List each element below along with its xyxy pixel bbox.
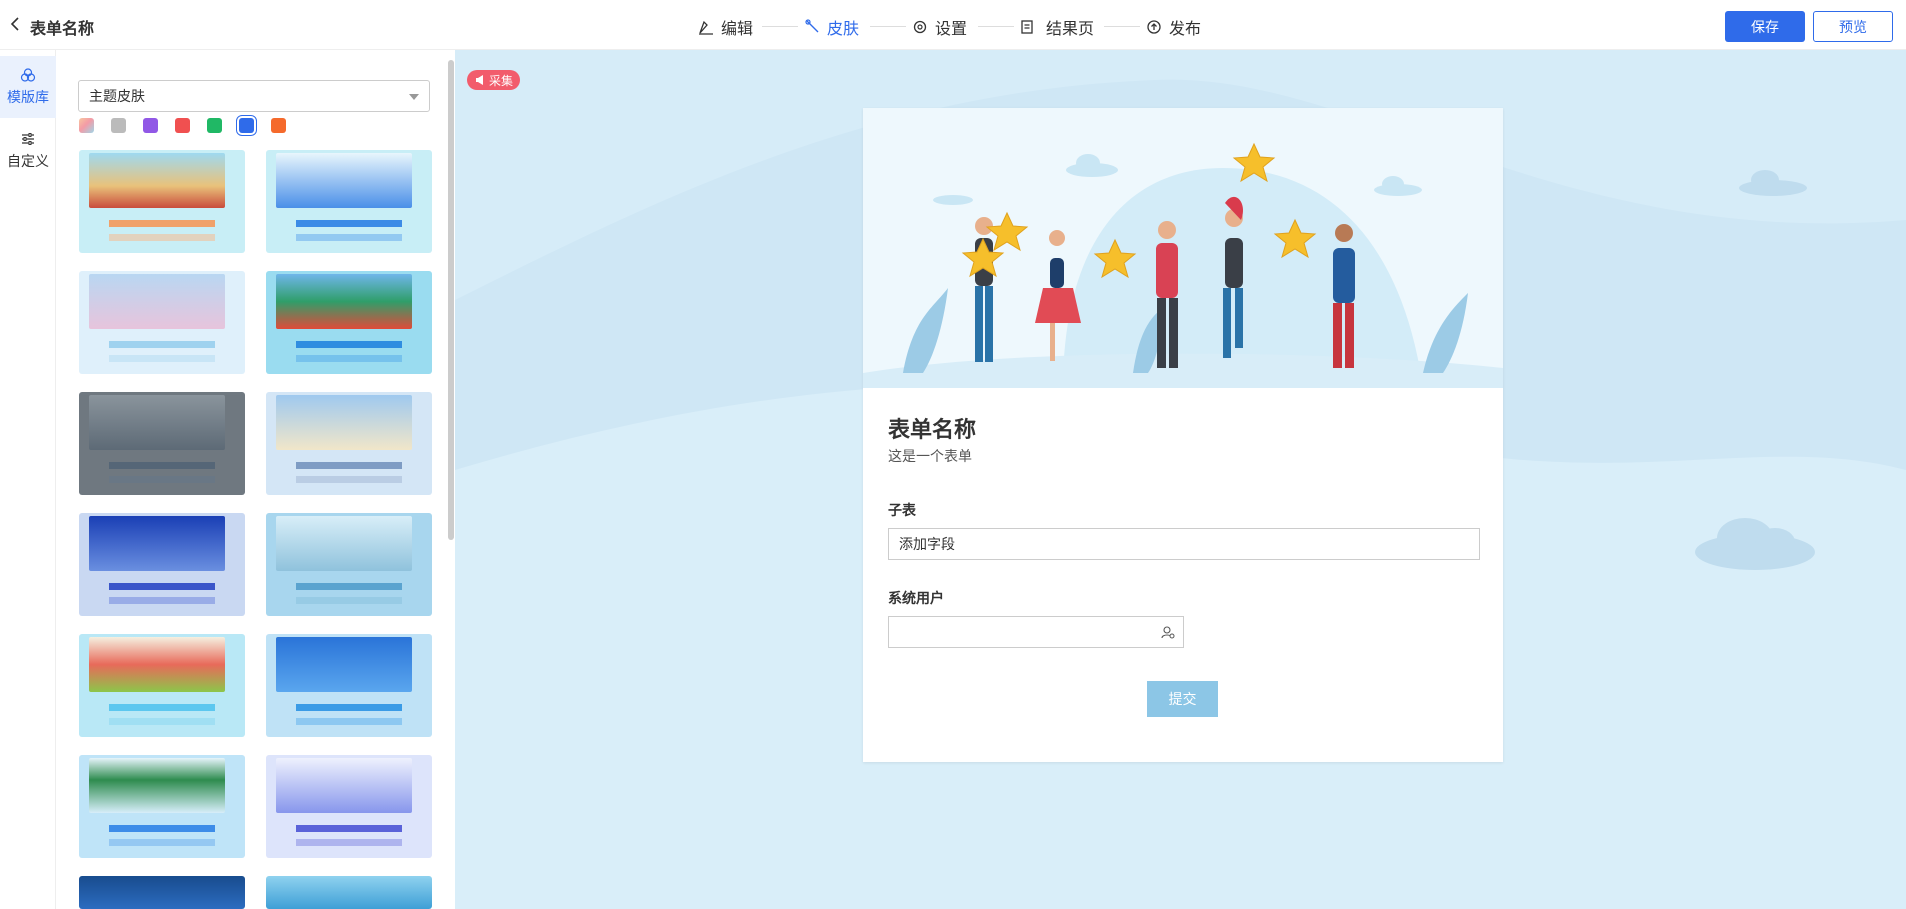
thumbnail-image [276,153,412,208]
chevron-down-icon [409,94,419,100]
thumbnail-image [89,637,225,692]
gear-icon [911,18,929,36]
template-panel: 主题皮肤 [56,50,455,909]
step-result-label: 结果页 [1046,19,1095,38]
form-description: 这是一个表单 [888,449,972,465]
rail-item-label: 自定义 [7,154,49,170]
theme-select[interactable]: 主题皮肤 [78,80,430,112]
theme-select-value: 主题皮肤 [89,89,145,105]
swatch-orange[interactable] [271,118,286,133]
template-thumbnail[interactable] [266,513,432,616]
template-library-icon [20,68,36,82]
system-user-label: 系统用户 [888,591,944,607]
step-publish-label: 发布 [1169,19,1202,38]
step-settings-label: 设置 [935,19,968,38]
banner-illustration [863,108,1503,388]
megaphone-icon [476,75,483,85]
step-edit-label: 编辑 [721,19,754,38]
template-thumbnail[interactable] [79,150,245,253]
template-thumbnail[interactable] [79,876,245,909]
thumbnail-image [276,395,412,450]
top-bar: 表单名称 编辑 皮肤 设置 结果页 发布 保存 预览 [0,0,1906,50]
step-skin[interactable]: 皮肤 [803,15,859,39]
sliders-icon [22,133,34,145]
thumbnail-image [276,274,412,329]
add-field-input[interactable]: 添加字段 [888,528,1480,560]
save-button[interactable]: 保存 [1725,11,1805,42]
thumbnail-image [89,395,225,450]
thumbnail-image [89,516,225,571]
thumbnail-image [276,637,412,692]
preview-canvas: 采集 表单名称 这是一个表单 子表 添加字段 系统用户 提交 [455,50,1906,909]
submit-button[interactable]: 提交 [1147,681,1218,717]
template-thumbnail[interactable] [266,271,432,374]
edit-icon [697,18,715,36]
thumbnail-image [89,153,225,208]
template-thumbnail[interactable] [266,634,432,737]
step-result-page[interactable]: 结果页 [1018,15,1094,39]
step-skin-label: 皮肤 [827,19,860,38]
step-settings[interactable]: 设置 [911,15,967,39]
swatch-blue[interactable] [236,115,257,136]
rail-item-custom[interactable]: 自定义 [0,120,56,182]
thumbnail-image [276,516,412,571]
user-select-icon[interactable] [1161,625,1175,639]
swatch-green[interactable] [207,118,222,133]
preview-button[interactable]: 预览 [1813,11,1893,42]
panel-scrollbar[interactable] [448,60,454,540]
collect-badge-label: 采集 [489,73,514,88]
template-thumbnail[interactable] [79,513,245,616]
template-thumbnail[interactable] [79,755,245,858]
form-card: 表单名称 这是一个表单 子表 添加字段 系统用户 提交 [863,108,1503,762]
upload-icon [1145,18,1163,36]
thumbnail-image [89,274,225,329]
template-thumbnail[interactable] [266,392,432,495]
system-user-input[interactable] [888,616,1184,648]
subtable-label: 子表 [888,503,916,519]
template-thumbnail[interactable] [266,876,432,909]
rail-item-template-library[interactable]: 模版库 [0,56,56,118]
swatch-purple[interactable] [143,118,158,133]
thumbnail-image [89,758,225,813]
step-edit[interactable]: 编辑 [697,15,753,39]
step-publish[interactable]: 发布 [1145,15,1201,39]
document-icon [1018,18,1036,36]
swatch-gray[interactable] [111,118,126,133]
template-thumbnail[interactable] [79,271,245,374]
step-navigation: 编辑 皮肤 设置 结果页 发布 [0,0,1906,50]
step-connector [978,26,1014,27]
template-thumbnail[interactable] [79,634,245,737]
template-thumbnail[interactable] [79,392,245,495]
swatch-multicolor[interactable] [79,118,94,133]
template-thumbnail[interactable] [266,755,432,858]
form-heading: 表单名称 [888,418,977,443]
step-connector [1104,26,1140,27]
step-connector [870,26,906,27]
skin-icon [803,18,821,36]
template-thumbnail[interactable] [266,150,432,253]
rail-item-label: 模版库 [7,90,49,106]
swatch-red[interactable] [175,118,190,133]
side-rail: 模版库 自定义 [0,50,56,909]
thumbnail-image [276,758,412,813]
step-connector [762,26,798,27]
collect-badge: 采集 [467,70,521,90]
